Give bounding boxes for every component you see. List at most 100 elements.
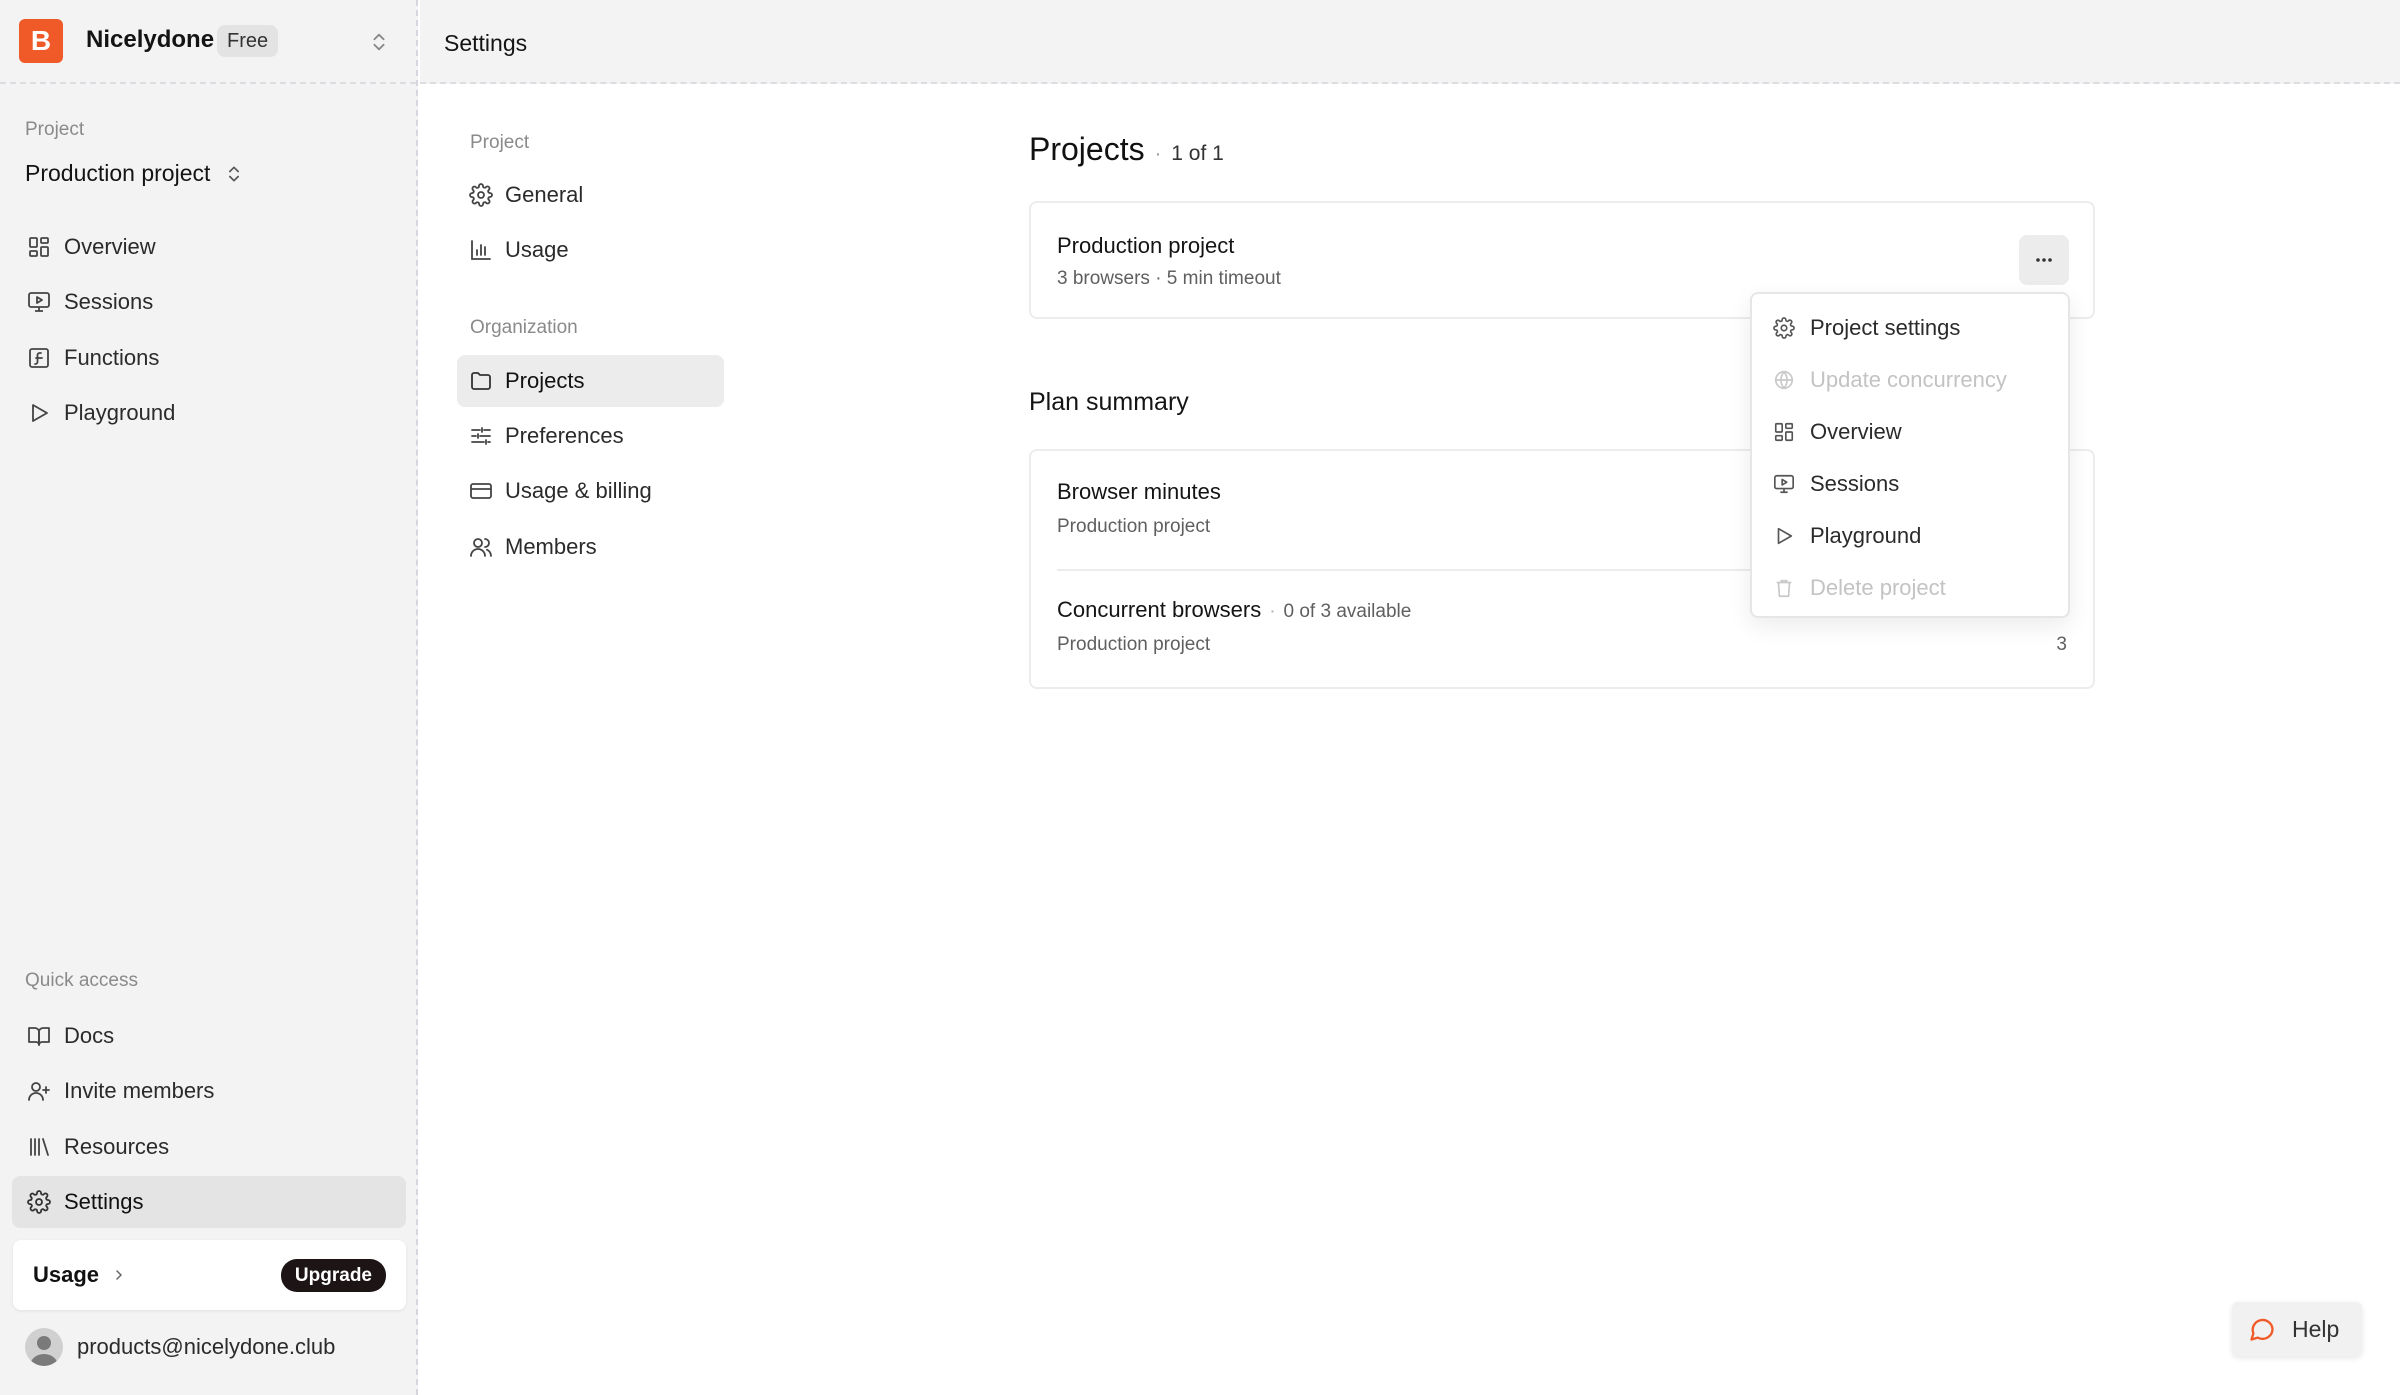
project-name: Production project bbox=[1057, 233, 1235, 258]
menu-item-sessions[interactable]: Sessions bbox=[1752, 458, 2068, 510]
settings-nav-label: Usage & billing bbox=[505, 478, 652, 503]
settings-org-label: Organization bbox=[470, 317, 578, 338]
settings-nav-members[interactable]: Members bbox=[457, 521, 724, 573]
settings-nav-label: Usage bbox=[505, 237, 569, 262]
library-icon bbox=[26, 1134, 52, 1160]
settings-nav-usage[interactable]: Usage bbox=[457, 224, 724, 276]
sidebar-item-invite-members[interactable]: Invite members bbox=[12, 1065, 406, 1117]
grid-icon bbox=[26, 234, 52, 260]
menu-item-label: Playground bbox=[1810, 523, 1922, 548]
usage-label: Usage bbox=[33, 1262, 100, 1287]
title-separator: · bbox=[1154, 143, 1162, 165]
sidebar: B Nicelydone Free Project Production pro… bbox=[0, 0, 418, 1395]
settings-project-label: Project bbox=[470, 132, 530, 153]
grid-icon bbox=[1772, 420, 1796, 444]
settings-nav-preferences[interactable]: Preferences bbox=[457, 410, 724, 462]
sliders-icon bbox=[469, 424, 493, 448]
settings-nav-label: Projects bbox=[505, 368, 585, 393]
sidebar-item-playground[interactable]: Playground bbox=[12, 387, 406, 439]
plan-row-sub: Production project bbox=[1057, 516, 1211, 537]
brand-logo: B bbox=[19, 19, 63, 63]
projects-title: Projects bbox=[1029, 131, 1145, 167]
sidebar-item-resources[interactable]: Resources bbox=[12, 1121, 406, 1173]
plan-badge: Free bbox=[217, 25, 279, 57]
page-title: Settings bbox=[444, 30, 528, 56]
upgrade-button[interactable]: Upgrade bbox=[280, 1258, 386, 1292]
plan-row-inline: · 0 of 3 available bbox=[1269, 601, 1412, 622]
menu-item-label: Update concurrency bbox=[1810, 367, 2007, 392]
project-section-label: Project bbox=[25, 119, 85, 140]
plan-row-title: Concurrent browsers bbox=[1057, 597, 1262, 622]
current-project-name: Production project bbox=[25, 160, 211, 186]
quick-access-label: Quick access bbox=[25, 970, 138, 991]
function-icon bbox=[26, 345, 52, 371]
sidebar-item-label: Docs bbox=[64, 1023, 115, 1048]
settings-nav-projects[interactable]: Projects bbox=[457, 355, 724, 407]
settings-nav-label: General bbox=[505, 182, 584, 207]
sidebar-item-functions[interactable]: Functions bbox=[12, 332, 406, 384]
menu-item-label: Delete project bbox=[1810, 575, 1946, 600]
avatar bbox=[25, 1328, 63, 1366]
trash-icon bbox=[1772, 576, 1796, 600]
chevron-right-icon bbox=[111, 1267, 127, 1283]
gear-icon bbox=[26, 1189, 52, 1215]
menu-item-project-settings[interactable]: Project settings bbox=[1752, 302, 2068, 354]
plan-summary-title: Plan summary bbox=[1029, 388, 1189, 416]
help-button[interactable]: Help bbox=[2232, 1302, 2362, 1356]
org-name: Nicelydone bbox=[86, 26, 215, 53]
user-plus-icon bbox=[26, 1078, 52, 1104]
menu-item-update-concurrency: Update concurrency bbox=[1752, 354, 2068, 406]
topbar: Settings bbox=[420, 0, 2400, 84]
user-menu[interactable]: products@nicelydone.club bbox=[25, 1328, 335, 1366]
sidebar-item-docs[interactable]: Docs bbox=[12, 1010, 406, 1062]
settings-nav-label: Members bbox=[505, 534, 597, 559]
sidebar-item-settings[interactable]: Settings bbox=[12, 1176, 406, 1228]
sidebar-item-label: Functions bbox=[64, 345, 160, 370]
globe-icon bbox=[1772, 368, 1796, 392]
projects-count: 1 of 1 bbox=[1171, 142, 1224, 165]
menu-item-label: Sessions bbox=[1810, 471, 1900, 496]
help-label: Help bbox=[2292, 1315, 2340, 1342]
sidebar-item-label: Playground bbox=[64, 400, 176, 425]
more-horizontal-icon bbox=[2032, 248, 2056, 272]
project-selector[interactable]: Production project bbox=[25, 160, 244, 187]
plan-row-availability: 0 of 3 available bbox=[1283, 601, 1412, 622]
settings-nav-usage-billing[interactable]: Usage & billing bbox=[457, 465, 724, 517]
projects-heading: Projects · 1 of 1 bbox=[1029, 131, 1224, 168]
sidebar-item-label: Overview bbox=[64, 234, 156, 259]
gear-icon bbox=[1772, 316, 1796, 340]
play-icon bbox=[1772, 524, 1796, 548]
plan-row-title-concurrent: Concurrent browsers · 0 of 3 available bbox=[1057, 597, 1411, 623]
gear-icon bbox=[469, 183, 493, 207]
sidebar-item-sessions[interactable]: Sessions bbox=[12, 276, 406, 328]
more-actions-button[interactable] bbox=[2019, 235, 2069, 285]
org-switcher[interactable]: B Nicelydone Free bbox=[0, 0, 416, 84]
menu-item-label: Overview bbox=[1810, 419, 1902, 444]
project-meta: 3 browsers · 5 min timeout bbox=[1057, 268, 1281, 289]
settings-nav-label: Preferences bbox=[505, 423, 624, 448]
play-icon bbox=[26, 400, 52, 426]
user-email: products@nicelydone.club bbox=[77, 1334, 336, 1359]
sidebar-item-overview[interactable]: Overview bbox=[12, 221, 406, 273]
chevrons-up-down-icon[interactable] bbox=[368, 31, 390, 53]
sidebar-item-label: Settings bbox=[64, 1189, 144, 1214]
monitor-play-icon bbox=[1772, 472, 1796, 496]
sidebar-item-label: Sessions bbox=[64, 289, 154, 314]
plan-row-title: Browser minutes bbox=[1057, 479, 1221, 504]
usage-card[interactable]: Usage Upgrade bbox=[13, 1240, 406, 1310]
settings-nav-general[interactable]: General bbox=[457, 169, 724, 221]
menu-item-overview[interactable]: Overview bbox=[1752, 406, 2068, 458]
chat-bubble-icon bbox=[2248, 1315, 2276, 1343]
chevrons-up-down-icon bbox=[224, 164, 244, 184]
sidebar-item-label: Invite members bbox=[64, 1078, 215, 1103]
plan-row-value: 3 bbox=[2056, 634, 2067, 655]
credit-card-icon bbox=[469, 479, 493, 503]
folder-icon bbox=[469, 369, 493, 393]
project-actions-menu: Project settings Update concurrency Over… bbox=[1750, 292, 2070, 618]
monitor-play-icon bbox=[26, 289, 52, 315]
book-icon bbox=[26, 1023, 52, 1049]
users-icon bbox=[469, 535, 493, 559]
menu-item-delete-project: Delete project bbox=[1752, 562, 2068, 614]
bar-chart-icon bbox=[469, 238, 493, 262]
menu-item-playground[interactable]: Playground bbox=[1752, 510, 2068, 562]
